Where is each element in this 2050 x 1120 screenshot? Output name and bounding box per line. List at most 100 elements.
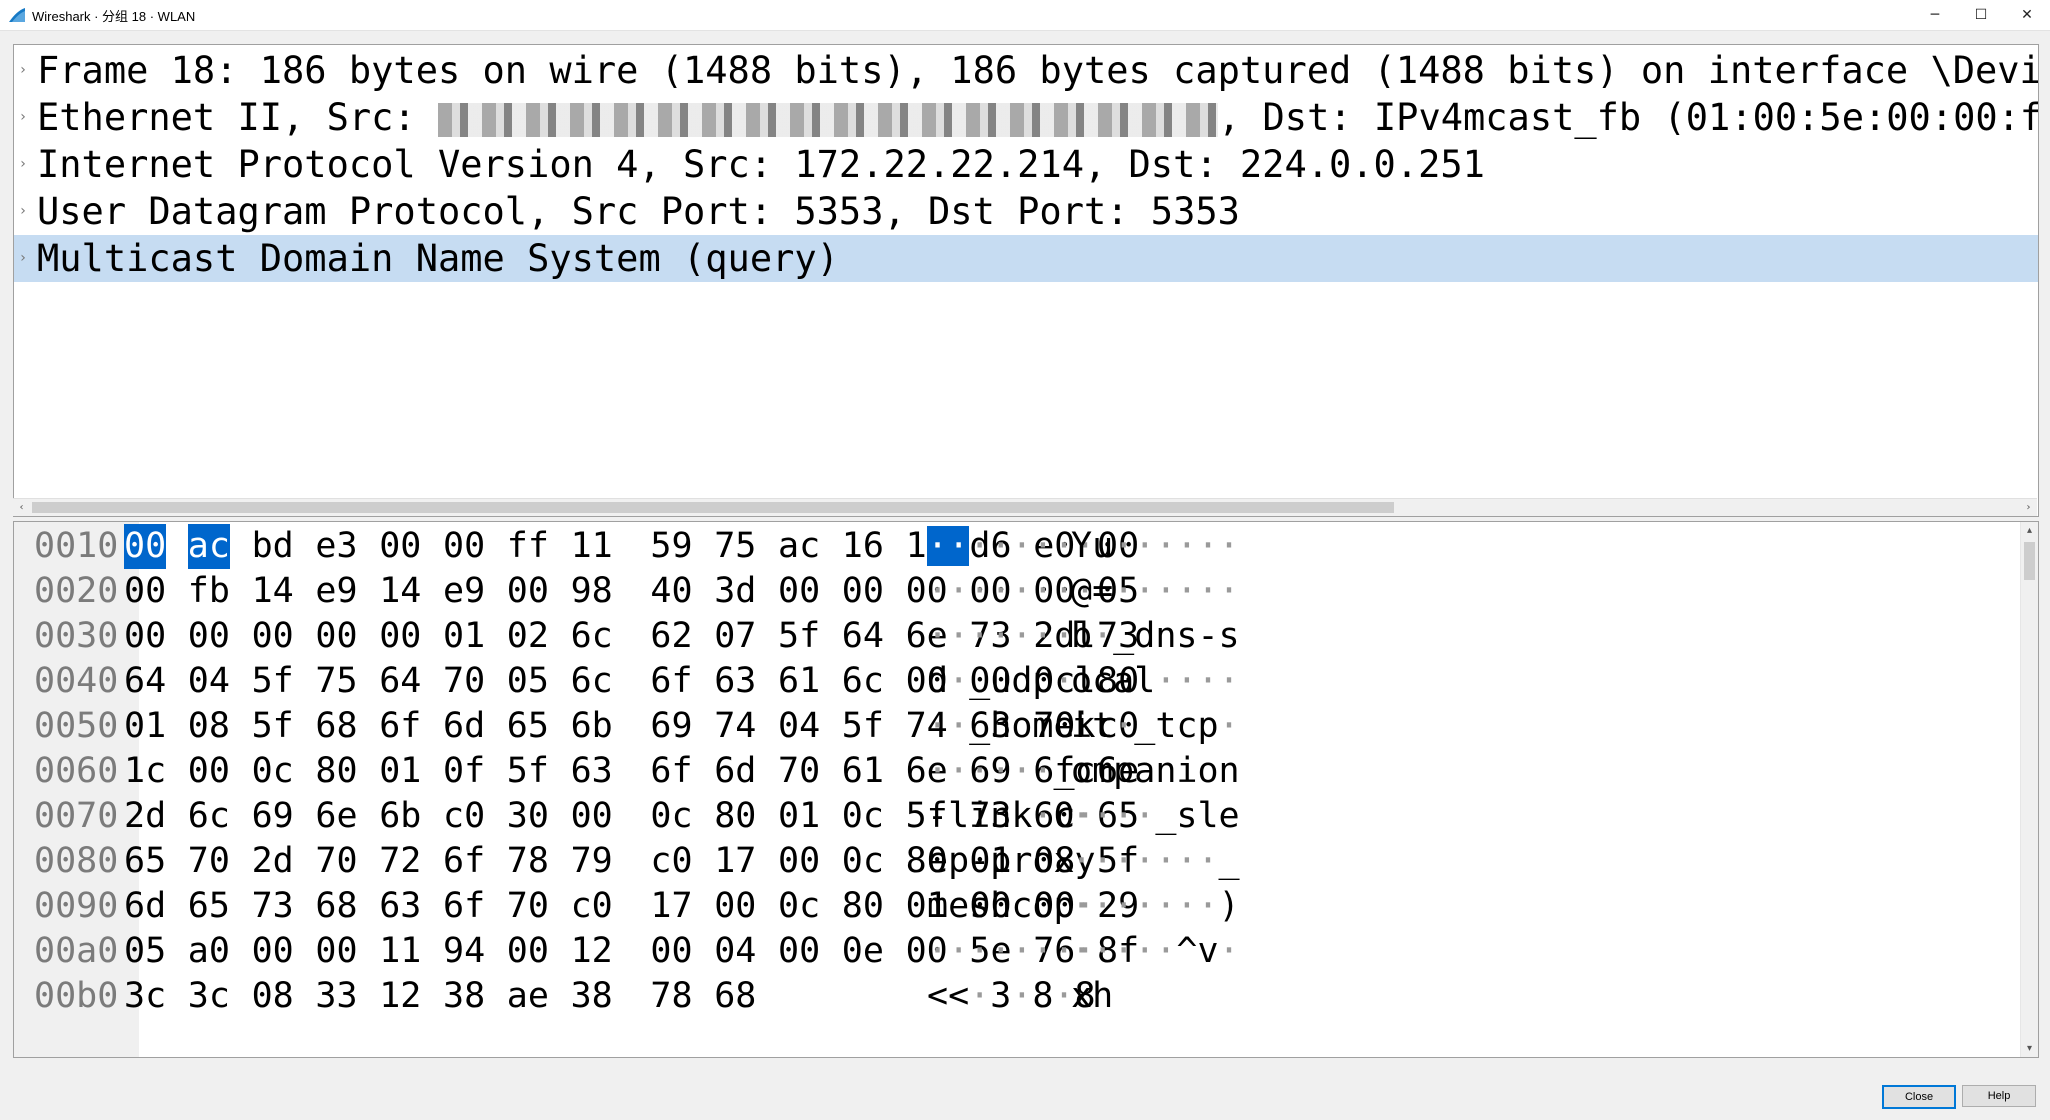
hex-byte[interactable]: 6d bbox=[443, 704, 485, 749]
hex-byte[interactable]: e3 bbox=[315, 524, 357, 569]
hex-byte[interactable]: 78 bbox=[650, 974, 692, 1019]
hex-byte[interactable]: 78 bbox=[507, 839, 549, 884]
hex-byte[interactable]: 5f bbox=[252, 659, 294, 704]
hex-byte[interactable]: 6c bbox=[571, 614, 613, 659]
hex-byte[interactable]: 05 bbox=[507, 659, 549, 704]
hex-byte[interactable]: 65 bbox=[188, 884, 230, 929]
hex-byte[interactable]: 00 bbox=[124, 524, 167, 569]
hex-byte[interactable]: 61 bbox=[778, 659, 820, 704]
hex-row[interactable]: 0050 01 08 5f 68 6f 6d 65 6b 69 74 04 5f 74 63 70 c0 ··_h… bbox=[14, 704, 2009, 749]
hex-row[interactable]: 001000acbde30000ff115975ac1616d6e000····… bbox=[14, 524, 2009, 569]
hex-byte[interactable]: 75 bbox=[714, 524, 756, 569]
hex-byte[interactable]: 5f bbox=[252, 704, 294, 749]
hex-byte[interactable]: ac bbox=[778, 524, 820, 569]
hex-byte[interactable]: 70 bbox=[315, 839, 357, 884]
hex-byte[interactable]: 17 bbox=[714, 839, 756, 884]
hex-byte[interactable]: 00 bbox=[571, 794, 613, 839]
hex-byte[interactable]: 63 bbox=[379, 884, 421, 929]
hex-byte[interactable]: ac bbox=[187, 524, 230, 569]
ascii-group[interactable]: Yu······ bbox=[1071, 524, 1240, 569]
hex-byte[interactable]: 2d bbox=[124, 794, 166, 839]
hex-byte[interactable]: 94 bbox=[443, 929, 485, 974]
hex-byte[interactable]: 6d bbox=[714, 749, 756, 794]
hex-byte[interactable]: 02 bbox=[507, 614, 549, 659]
hex-byte[interactable]: 70 bbox=[443, 659, 485, 704]
hex-byte[interactable]: 68 bbox=[714, 974, 756, 1019]
hex-row[interactable]: 0070 2d 6c 69 6e 6b c0 30 00 0c 80 01 0c 5f 73 6c 65 -lin… bbox=[14, 794, 2009, 839]
ascii-group[interactable]: it·_tcp· bbox=[1071, 704, 1240, 749]
hex-byte[interactable]: 01 bbox=[778, 794, 820, 839]
hex-byte[interactable]: 05 bbox=[124, 929, 166, 974]
hex-byte[interactable]: 38 bbox=[443, 974, 485, 1019]
hex-byte[interactable]: 6c bbox=[571, 659, 613, 704]
hex-byte[interactable]: 65 bbox=[124, 839, 166, 884]
ascii-group[interactable]: ompanion bbox=[1071, 749, 1240, 794]
hex-byte[interactable]: 0c bbox=[650, 794, 692, 839]
ascii-group[interactable]: @=······ bbox=[1071, 569, 1240, 614]
hex-byte[interactable]: 11 bbox=[571, 524, 613, 569]
help-button[interactable]: Help bbox=[1962, 1085, 2036, 1107]
hex-byte[interactable]: 80 bbox=[714, 794, 756, 839]
ascii-group[interactable]: ·····^v· bbox=[1071, 929, 1240, 974]
hex-byte[interactable]: 00 bbox=[252, 929, 294, 974]
hex-byte[interactable]: 00 bbox=[188, 749, 230, 794]
scroll-down-icon[interactable]: ▾ bbox=[2021, 1040, 2038, 1057]
scrollbar-thumb[interactable] bbox=[32, 502, 1394, 513]
bytes-vertical-scrollbar[interactable]: ▴ ▾ bbox=[2020, 522, 2038, 1057]
hex-byte[interactable]: 40 bbox=[650, 569, 692, 614]
expand-arrow-icon[interactable]: › bbox=[16, 94, 30, 141]
hex-row[interactable]: 00a0 05 a0 00 00 11 94 00 12 00 04 00 0e 00 5e 76 8f ····… bbox=[14, 929, 2009, 974]
hex-byte[interactable]: 63 bbox=[714, 659, 756, 704]
hex-byte[interactable]: 73 bbox=[252, 884, 294, 929]
hex-byte[interactable]: 64 bbox=[379, 659, 421, 704]
hex-byte[interactable]: e9 bbox=[315, 569, 357, 614]
hex-byte[interactable]: 00 bbox=[379, 614, 421, 659]
hex-byte[interactable]: 72 bbox=[379, 839, 421, 884]
hex-row[interactable]: 0090 6d 65 73 68 63 6f 70 c0 17 00 0c 80 01 00 00 29 mesh… bbox=[14, 884, 2009, 929]
close-button[interactable]: Close bbox=[1882, 1085, 1956, 1109]
hex-byte[interactable]: e9 bbox=[443, 569, 485, 614]
hex-byte[interactable]: 63 bbox=[571, 749, 613, 794]
hex-byte[interactable]: 6d bbox=[124, 884, 166, 929]
hex-byte[interactable]: 0c bbox=[252, 749, 294, 794]
hex-byte[interactable]: 0f bbox=[443, 749, 485, 794]
tree-row-ipv4[interactable]: › Internet Protocol Version 4, Src: 172.… bbox=[14, 141, 2038, 188]
tree-row-ethernet[interactable]: › Ethernet II, Src: , Dst: IPv4mcast_fb … bbox=[14, 94, 2038, 141]
hex-byte[interactable]: 68 bbox=[315, 704, 357, 749]
hex-byte[interactable]: 69 bbox=[252, 794, 294, 839]
hex-byte[interactable]: 00 bbox=[507, 569, 549, 614]
hex-byte[interactable]: 00 bbox=[443, 524, 485, 569]
hex-byte[interactable]: 01 bbox=[124, 704, 166, 749]
hex-byte[interactable]: 00 bbox=[252, 614, 294, 659]
packet-bytes-pane[interactable]: 001000acbde30000ff115975ac1616d6e000····… bbox=[13, 521, 2039, 1058]
hex-byte[interactable]: 04 bbox=[778, 704, 820, 749]
hex-byte[interactable]: 3c bbox=[124, 974, 166, 1019]
ascii-group[interactable]: xh bbox=[1071, 974, 1113, 1019]
hex-byte[interactable]: 00 bbox=[778, 569, 820, 614]
hex-byte[interactable]: 11 bbox=[379, 929, 421, 974]
hex-byte[interactable]: 38 bbox=[571, 974, 613, 1019]
hex-byte[interactable]: 64 bbox=[842, 614, 884, 659]
hex-byte[interactable]: 17 bbox=[650, 884, 692, 929]
maximize-button[interactable]: ☐ bbox=[1958, 0, 2004, 30]
hex-row[interactable]: 00b0 3c 3c 08 33 12 38 ae 38 78 68 <<·3·8·8 xh bbox=[14, 974, 2009, 1019]
hex-byte[interactable]: 79 bbox=[571, 839, 613, 884]
hex-byte[interactable]: 3d bbox=[714, 569, 756, 614]
hex-byte[interactable]: 5f bbox=[842, 704, 884, 749]
packet-details-tree[interactable]: › Frame 18: 186 bytes on wire (1488 bits… bbox=[13, 44, 2039, 517]
hex-byte[interactable]: 61 bbox=[842, 749, 884, 794]
expand-arrow-icon[interactable]: › bbox=[16, 188, 30, 235]
hex-byte[interactable]: 5f bbox=[507, 749, 549, 794]
hex-byte[interactable]: 69 bbox=[650, 704, 692, 749]
hex-byte[interactable]: 16 bbox=[842, 524, 884, 569]
hex-byte[interactable]: 80 bbox=[842, 884, 884, 929]
tree-row-udp[interactable]: › User Datagram Protocol, Src Port: 5353… bbox=[14, 188, 2038, 235]
tree-horizontal-scrollbar[interactable]: ‹ › bbox=[13, 498, 2037, 516]
hex-byte[interactable]: 64 bbox=[124, 659, 166, 704]
hex-byte[interactable]: 98 bbox=[571, 569, 613, 614]
hex-byte[interactable]: c0 bbox=[571, 884, 613, 929]
hex-byte[interactable]: 70 bbox=[778, 749, 820, 794]
hex-byte[interactable]: c0 bbox=[650, 839, 692, 884]
hex-byte[interactable]: 6b bbox=[379, 794, 421, 839]
hex-byte[interactable]: 01 bbox=[443, 614, 485, 659]
